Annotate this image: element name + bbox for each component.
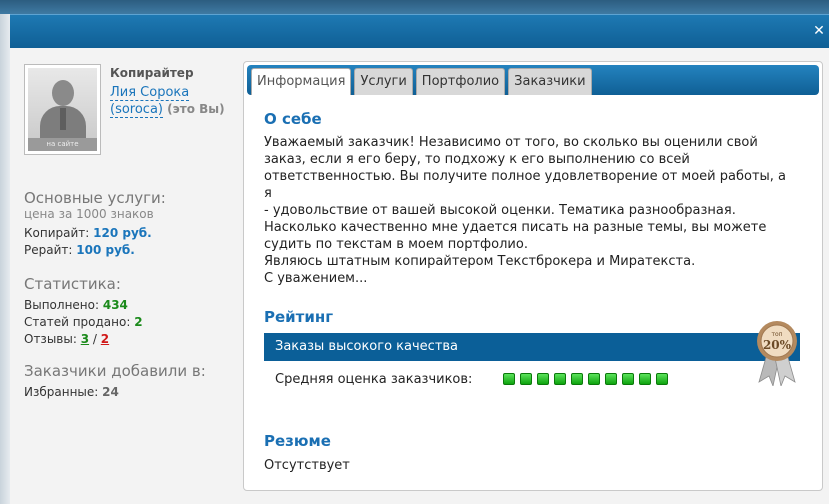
score-square [571, 373, 583, 385]
services-subtitle: цена за 1000 знаков [24, 207, 154, 221]
user-role: Копирайтер [110, 66, 194, 80]
rewrite-price: 100 руб. [76, 243, 135, 257]
tab-info[interactable]: Информация [251, 68, 352, 95]
rewrite-row: Рерайт: 100 руб. [24, 243, 135, 257]
tab-bar: Информация Услуги Портфолио Заказчики [247, 65, 819, 95]
user-login-link[interactable]: (soroca) [110, 102, 163, 118]
score-square [588, 373, 600, 385]
svg-text:20%: 20% [763, 338, 792, 352]
tab-portfolio[interactable]: Портфолио [415, 68, 506, 95]
top-20-medal-icon: топ 20% [757, 321, 797, 386]
favorites-value: 24 [102, 385, 119, 399]
svg-text:топ: топ [771, 331, 782, 338]
reviews-row: Отзывы: 3 / 2 [24, 332, 110, 346]
user-name-block: Лия Сорока (soroca) (это Вы) [110, 84, 234, 118]
copywrite-row: Копирайт: 120 руб. [24, 226, 152, 240]
score-square [503, 373, 515, 385]
copywrite-price: 120 руб. [93, 226, 152, 240]
close-icon[interactable]: ✕ [812, 24, 826, 38]
added-title: Заказчики добавили в: [24, 362, 206, 380]
user-silhouette-icon: на сайте [28, 68, 97, 151]
score-square [639, 373, 651, 385]
services-section: Основные услуги: цена за 1000 знаков Коп… [24, 189, 234, 259]
online-caption: на сайте [28, 138, 97, 151]
about-text: Уважаемый заказчик! Независимо от того, … [264, 135, 787, 286]
resume-text: Отсутствует [264, 458, 350, 473]
done-row: Выполнено: 434 [24, 298, 128, 312]
quality-orders-bar: Заказы высокого качества [264, 333, 800, 361]
avg-score-label: Средняя оценка заказчиков: [275, 372, 473, 387]
favorites-row: Избранные: 24 [24, 385, 119, 399]
added-section: Заказчики добавили в: Избранные: 24 [24, 362, 234, 401]
stats-section: Статистика: Выполнено: 434 Статей продан… [24, 275, 234, 348]
score-square [554, 373, 566, 385]
rating-title: Рейтинг [264, 308, 334, 326]
reviews-negative-link[interactable]: 2 [101, 332, 109, 346]
reviews-positive-link[interactable]: 3 [81, 332, 89, 346]
tab-customers[interactable]: Заказчики [508, 68, 592, 95]
score-square [520, 373, 532, 385]
avg-score-meter [503, 373, 668, 385]
score-square [537, 373, 549, 385]
sold-value: 2 [134, 315, 143, 329]
avatar: на сайте [24, 64, 101, 155]
info-panel: Информация Услуги Портфолио Заказчики О … [243, 61, 823, 491]
user-name-link[interactable]: Лия Сорока [110, 85, 190, 101]
tab-services[interactable]: Услуги [354, 68, 413, 95]
profile-modal: ✕ на сайте Копирайтер Лия Сорока (soroca… [10, 14, 829, 504]
stats-title: Статистика: [24, 275, 121, 293]
score-square [656, 373, 668, 385]
sold-row: Статей продано: 2 [24, 315, 143, 329]
services-title: Основные услуги: [24, 189, 166, 207]
resume-title: Резюме [264, 432, 331, 450]
done-value: 434 [102, 298, 128, 312]
background-page-header [0, 0, 829, 14]
background-page [0, 14, 10, 504]
score-square [605, 373, 617, 385]
modal-header: ✕ [10, 14, 829, 48]
score-square [622, 373, 634, 385]
about-title: О себе [264, 110, 322, 128]
you-label: (это Вы) [167, 102, 225, 116]
